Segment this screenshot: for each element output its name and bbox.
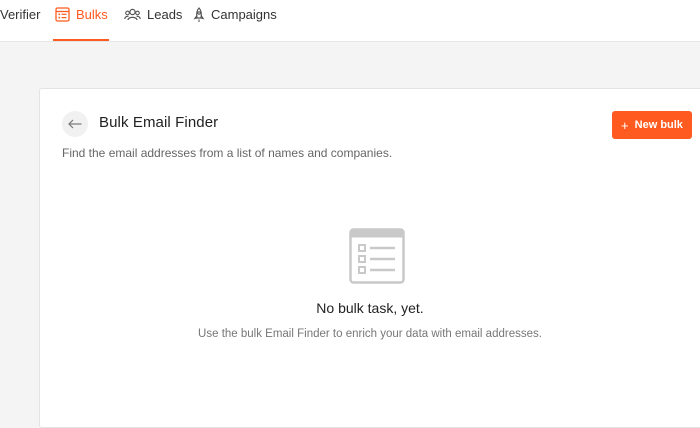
rocket-icon	[193, 7, 205, 22]
nav-item-label: Campaigns	[211, 7, 277, 22]
plus-icon: +	[621, 117, 629, 133]
page-subtitle: Find the email addresses from a list of …	[62, 146, 393, 160]
nav-item-label: Leads	[147, 7, 183, 22]
nav-item-label: Verifier	[0, 7, 41, 22]
nav-item-campaigns[interactable]: Campaigns	[193, 0, 277, 42]
nav-item-leads[interactable]: Leads	[124, 0, 182, 42]
nav-item-verifier[interactable]: Verifier	[0, 0, 40, 42]
nav-item-label: Bulks	[76, 7, 108, 22]
leads-icon	[124, 8, 141, 21]
page-title: Bulk Email Finder	[99, 114, 219, 131]
list-icon	[55, 7, 70, 22]
new-bulk-button[interactable]: + New bulk	[612, 111, 692, 139]
top-navigation: Verifier Bulks Leads Campaigns	[0, 0, 700, 42]
bulk-finder-card: Bulk Email Finder Find the email address…	[39, 88, 700, 428]
nav-item-bulks[interactable]: Bulks	[55, 0, 108, 42]
back-button[interactable]	[62, 111, 88, 137]
arrow-left-icon	[68, 119, 82, 129]
list-document-icon	[349, 228, 405, 284]
empty-state-description: Use the bulk Email Finder to enrich your…	[198, 328, 542, 340]
new-bulk-label: New bulk	[634, 119, 683, 131]
active-tab-indicator	[53, 39, 109, 41]
empty-state-title: No bulk task, yet.	[316, 300, 424, 316]
